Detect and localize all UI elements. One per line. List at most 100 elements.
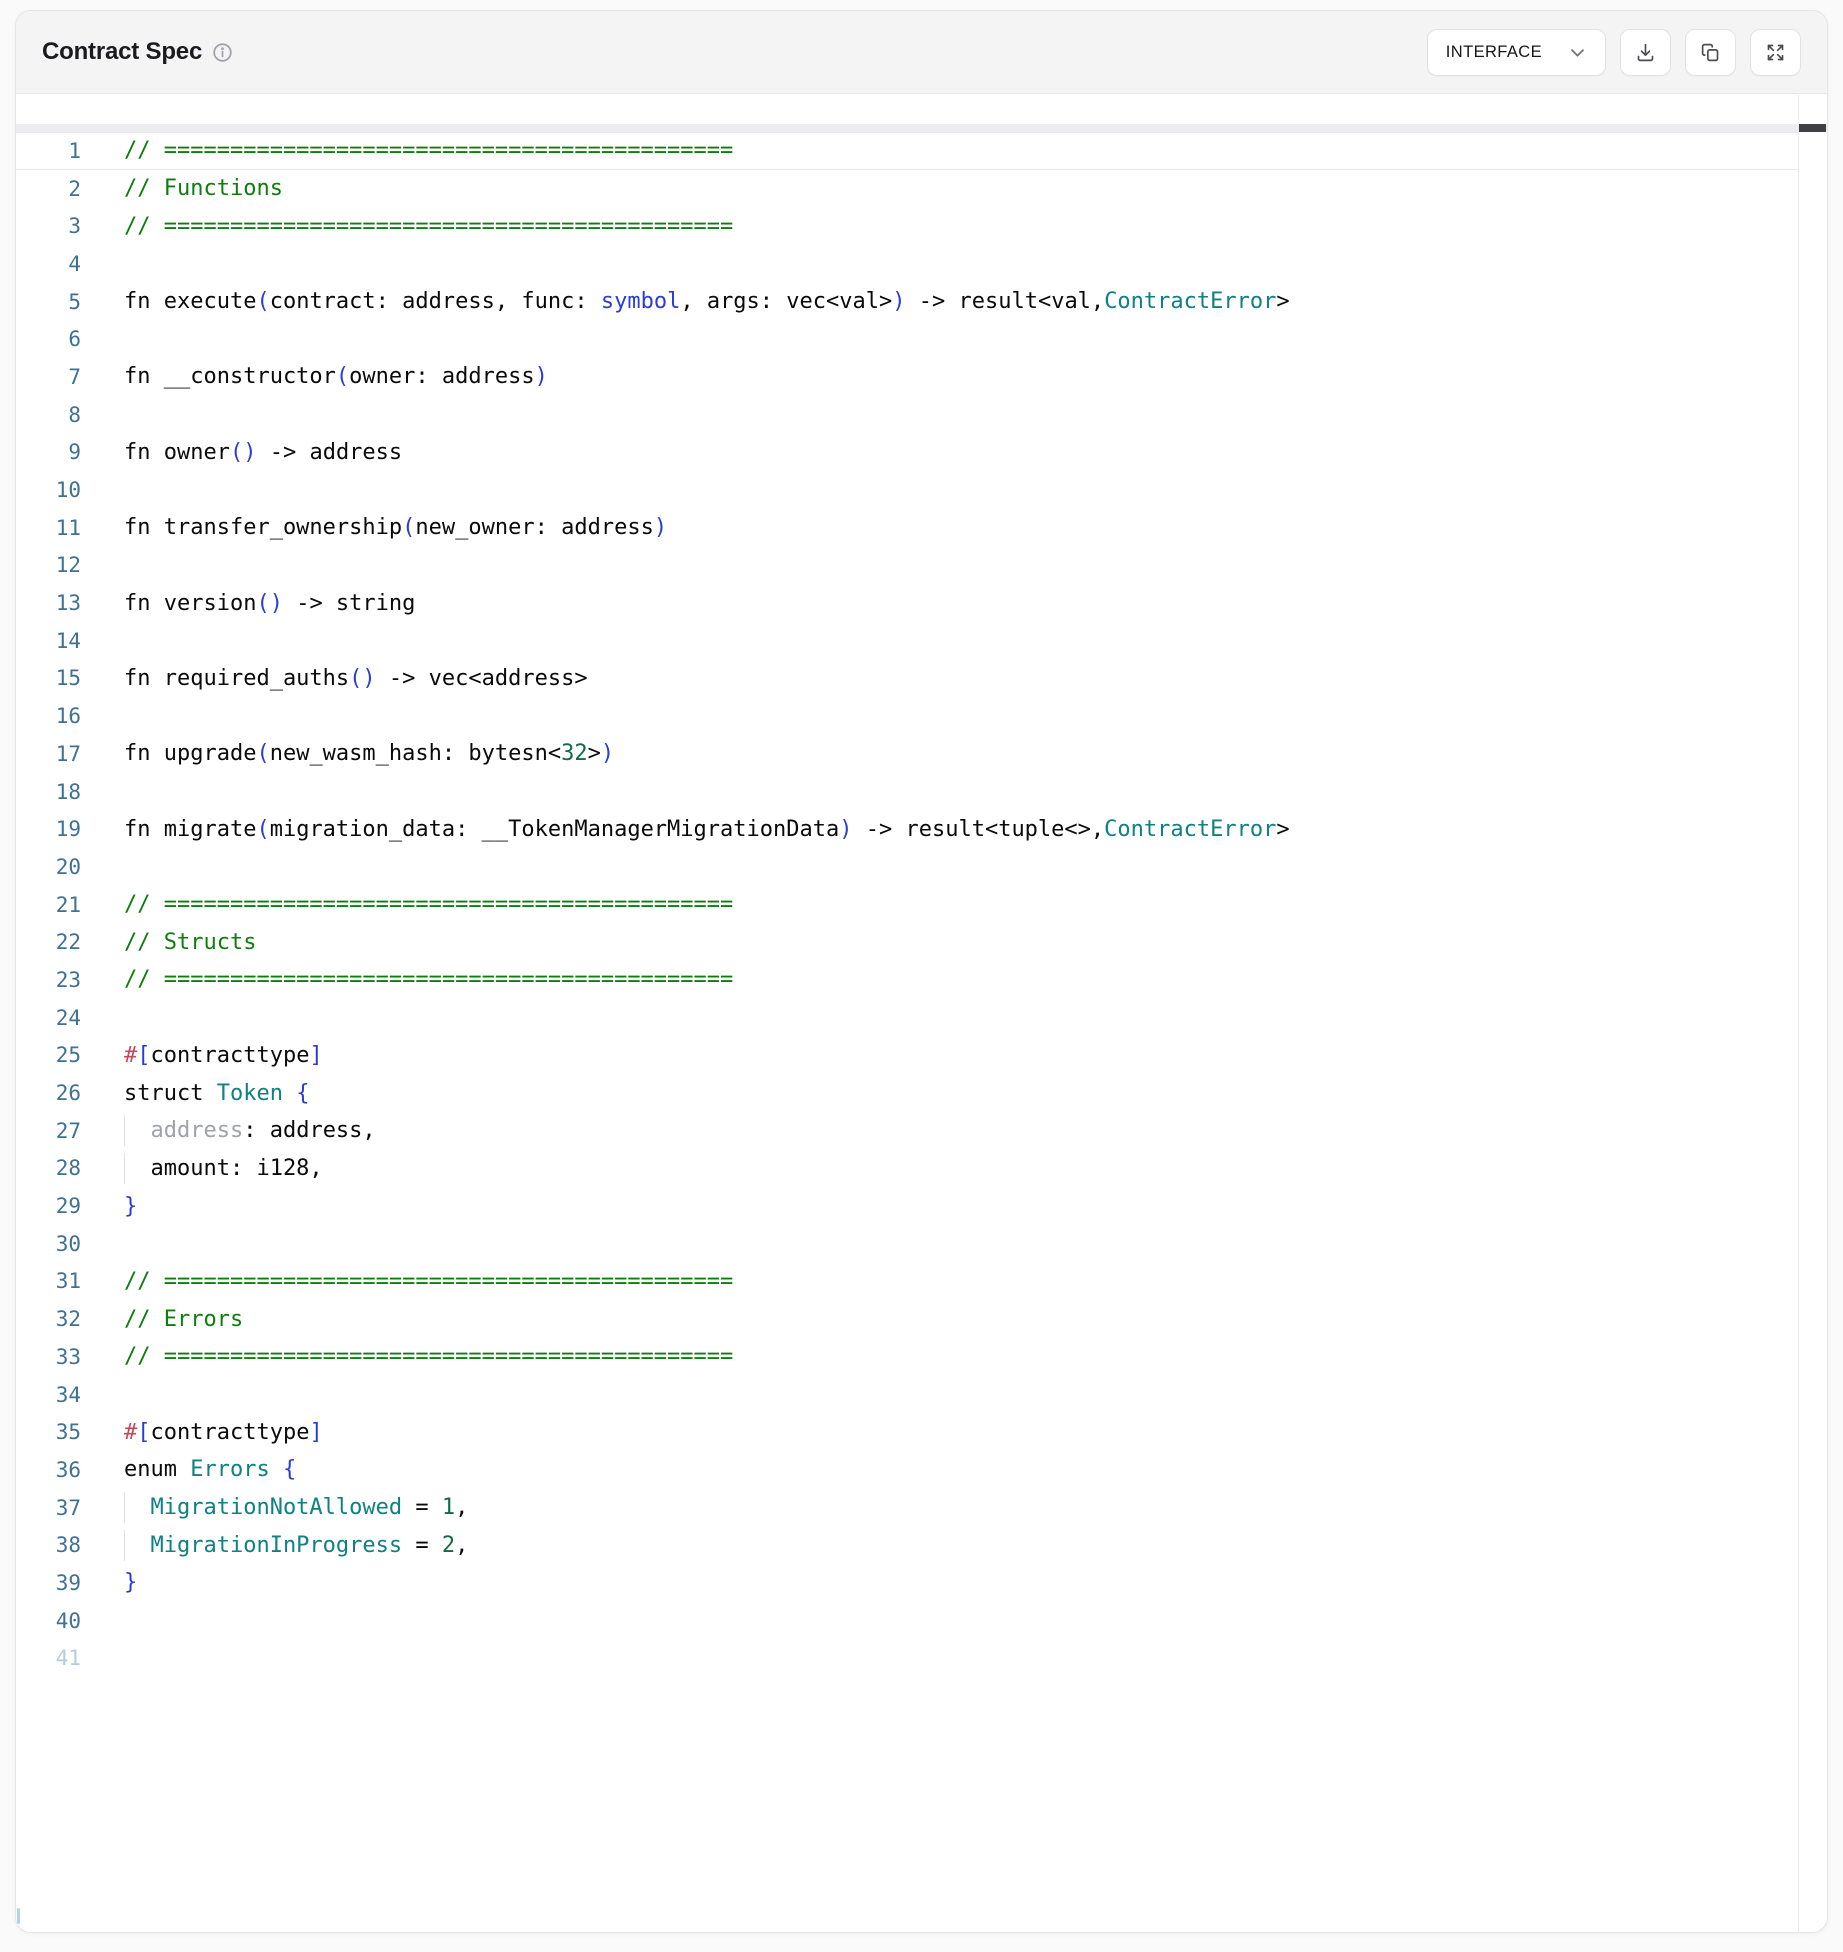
line-number: 8 xyxy=(16,403,81,427)
copy-icon xyxy=(1700,42,1721,63)
code-line: 36enum Errors { xyxy=(16,1451,1798,1489)
line-number: 14 xyxy=(16,629,81,653)
spec-format-select[interactable]: INTERFACE xyxy=(1427,29,1606,76)
scrollbar-thumb[interactable] xyxy=(1799,124,1826,132)
code-line: 2// Functions xyxy=(16,170,1798,208)
code-line: 5fn execute(contract: address, func: sym… xyxy=(16,283,1798,321)
line-number: 41 xyxy=(16,1646,81,1670)
line-number: 11 xyxy=(16,516,81,540)
code-line-text: // Functions xyxy=(81,176,1798,201)
line-number: 30 xyxy=(16,1232,81,1256)
code-line-text: } xyxy=(81,1570,1798,1595)
code-line-text: struct Token { xyxy=(81,1081,1798,1106)
code-line: 29} xyxy=(16,1187,1798,1225)
line-number: 40 xyxy=(16,1609,81,1633)
line-number: 26 xyxy=(16,1081,81,1105)
code-line: 31// ===================================… xyxy=(16,1263,1798,1301)
code-line: 41 xyxy=(16,1640,1798,1678)
line-number: 16 xyxy=(16,704,81,728)
line-number: 23 xyxy=(16,968,81,992)
code-line: 38 MigrationInProgress = 2, xyxy=(16,1526,1798,1564)
line-number: 29 xyxy=(16,1194,81,1218)
vertical-scrollbar-track xyxy=(1798,95,1799,1932)
code-line-text: // =====================================… xyxy=(81,1269,1798,1294)
line-number: 15 xyxy=(16,666,81,690)
code-line-text: fn transfer_ownership(new_owner: address… xyxy=(81,515,1798,540)
line-number: 35 xyxy=(16,1420,81,1444)
line-number: 19 xyxy=(16,817,81,841)
expand-icon xyxy=(1765,42,1786,63)
code-line-text: fn __constructor(owner: address) xyxy=(81,364,1798,389)
code-line: 14 xyxy=(16,622,1798,660)
code-line: 34 xyxy=(16,1376,1798,1414)
code-line: 23// ===================================… xyxy=(16,961,1798,999)
chevron-down-icon xyxy=(1568,43,1587,62)
info-icon[interactable] xyxy=(212,42,233,63)
code-line: 28 amount: i128, xyxy=(16,1150,1798,1188)
code-line: 30 xyxy=(16,1225,1798,1263)
code-line: 17fn upgrade(new_wasm_hash: bytesn<32>) xyxy=(16,735,1798,773)
line-number: 34 xyxy=(16,1383,81,1407)
scroll-accent xyxy=(17,1908,20,1924)
line-number: 6 xyxy=(16,327,81,351)
line-number: 31 xyxy=(16,1269,81,1293)
line-number: 25 xyxy=(16,1043,81,1067)
line-number: 24 xyxy=(16,1006,81,1030)
code-line: 1// ====================================… xyxy=(16,132,1798,170)
code-line: 18 xyxy=(16,773,1798,811)
code-line: 25#[contracttype] xyxy=(16,1037,1798,1075)
code-line: 13fn version() -> string xyxy=(16,584,1798,622)
code-line-text: fn execute(contract: address, func: symb… xyxy=(81,289,1798,314)
code-line-text: // =====================================… xyxy=(81,214,1798,239)
code-line: 26struct Token { xyxy=(16,1074,1798,1112)
download-button[interactable] xyxy=(1620,29,1671,76)
code-line: 4 xyxy=(16,245,1798,283)
code-line: 7fn __constructor(owner: address) xyxy=(16,358,1798,396)
fullscreen-button[interactable] xyxy=(1750,29,1801,76)
code-line: 40 xyxy=(16,1602,1798,1640)
line-number: 33 xyxy=(16,1345,81,1369)
code-lines: 1// ====================================… xyxy=(16,132,1798,1677)
line-number: 22 xyxy=(16,930,81,954)
line-number: 20 xyxy=(16,855,81,879)
code-line-text: MigrationNotAllowed = 1, xyxy=(81,1495,1798,1520)
line-number: 3 xyxy=(16,214,81,238)
code-line-text: // =====================================… xyxy=(81,967,1798,992)
code-line-text: } xyxy=(81,1194,1798,1219)
copy-button[interactable] xyxy=(1685,29,1736,76)
code-line-text: // Structs xyxy=(81,930,1798,955)
code-line: 39} xyxy=(16,1564,1798,1602)
code-viewer[interactable]: 1// ====================================… xyxy=(16,95,1827,1932)
code-line-text: // =====================================… xyxy=(81,892,1798,917)
code-line: 21// ===================================… xyxy=(16,886,1798,924)
code-line: 20 xyxy=(16,848,1798,886)
line-number: 5 xyxy=(16,290,81,314)
line-number: 32 xyxy=(16,1307,81,1331)
code-line-text: enum Errors { xyxy=(81,1457,1798,1482)
code-line: 37 MigrationNotAllowed = 1, xyxy=(16,1489,1798,1527)
scrollbar-track xyxy=(16,124,1827,132)
spec-format-selected-value: INTERFACE xyxy=(1446,43,1542,62)
code-line: 12 xyxy=(16,547,1798,585)
code-line: 24 xyxy=(16,999,1798,1037)
line-number: 12 xyxy=(16,553,81,577)
code-line-text: MigrationInProgress = 2, xyxy=(81,1533,1798,1558)
code-line: 15fn required_auths() -> vec<address> xyxy=(16,660,1798,698)
line-number: 7 xyxy=(16,365,81,389)
card-header: Contract Spec INTERFACE xyxy=(16,11,1827,94)
code-line: 11fn transfer_ownership(new_owner: addre… xyxy=(16,509,1798,547)
code-line-text: #[contracttype] xyxy=(81,1043,1798,1068)
code-line-text: amount: i128, xyxy=(81,1156,1798,1181)
line-number: 28 xyxy=(16,1156,81,1180)
code-line-text: fn owner() -> address xyxy=(81,440,1798,465)
line-number: 17 xyxy=(16,742,81,766)
line-number: 37 xyxy=(16,1496,81,1520)
code-line: 10 xyxy=(16,471,1798,509)
download-icon xyxy=(1635,42,1656,63)
code-line-text: fn version() -> string xyxy=(81,591,1798,616)
code-line-text: fn upgrade(new_wasm_hash: bytesn<32>) xyxy=(81,741,1798,766)
line-number: 4 xyxy=(16,252,81,276)
code-line: 8 xyxy=(16,396,1798,434)
line-number: 27 xyxy=(16,1119,81,1143)
page-title: Contract Spec xyxy=(42,38,202,66)
